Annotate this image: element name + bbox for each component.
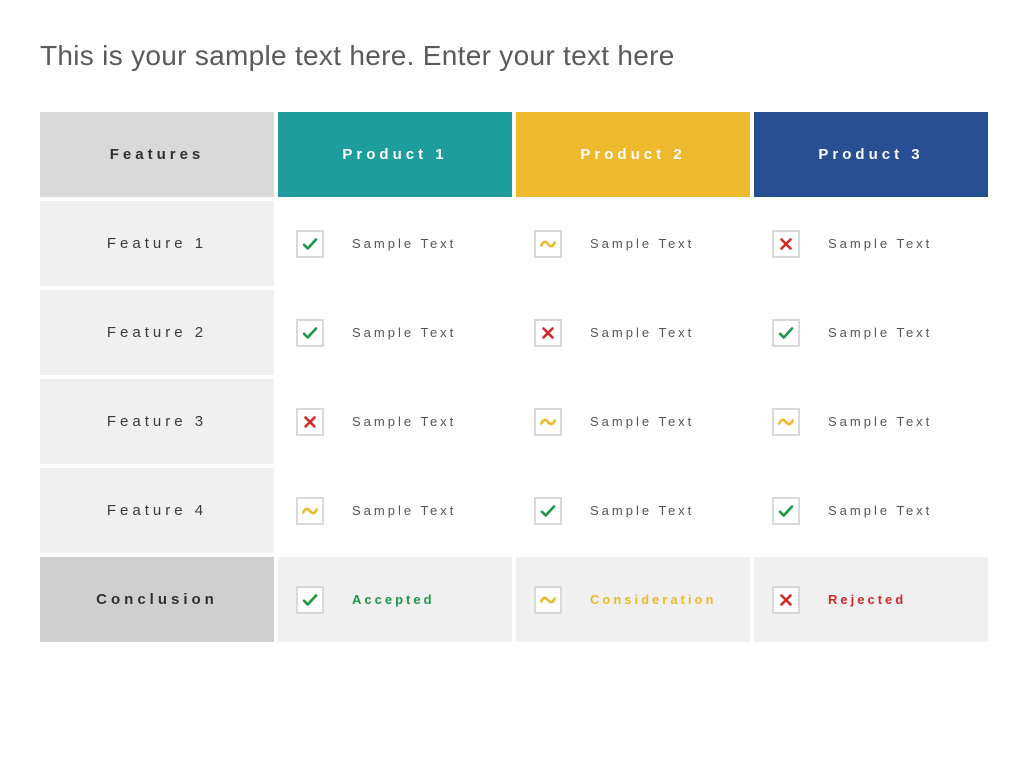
header-features: Features xyxy=(40,112,274,197)
comparison-table: Features Product 1 Product 2 Product 3 F… xyxy=(40,112,984,642)
conclusion-label: Conclusion xyxy=(40,557,274,642)
cell-text: Sample Text xyxy=(590,503,694,518)
cross-icon xyxy=(534,319,562,347)
cell-r1-p3: Sample Text xyxy=(754,201,988,286)
check-icon xyxy=(534,497,562,525)
tilde-icon xyxy=(772,408,800,436)
conclusion-p1: Accepted xyxy=(278,557,512,642)
cell-text: Sample Text xyxy=(590,414,694,429)
cross-icon xyxy=(296,408,324,436)
feature-label-2: Feature 2 xyxy=(40,290,274,375)
cell-text: Sample Text xyxy=(352,503,456,518)
check-icon xyxy=(772,319,800,347)
tilde-icon xyxy=(534,408,562,436)
cell-text: Sample Text xyxy=(590,236,694,251)
conclusion-p3: Rejected xyxy=(754,557,988,642)
cell-text: Sample Text xyxy=(828,414,932,429)
cross-icon xyxy=(772,586,800,614)
feature-label-3: Feature 3 xyxy=(40,379,274,464)
cell-r2-p2: Sample Text xyxy=(516,290,750,375)
cell-r4-p2: Sample Text xyxy=(516,468,750,553)
cell-text: Sample Text xyxy=(352,414,456,429)
cell-r1-p1: Sample Text xyxy=(278,201,512,286)
cell-r4-p1: Sample Text xyxy=(278,468,512,553)
conclusion-text: Rejected xyxy=(828,592,906,607)
page-title: This is your sample text here. Enter you… xyxy=(40,40,984,72)
feature-label-1: Feature 1 xyxy=(40,201,274,286)
cell-r4-p3: Sample Text xyxy=(754,468,988,553)
header-product-2: Product 2 xyxy=(516,112,750,197)
cell-r3-p2: Sample Text xyxy=(516,379,750,464)
cell-text: Sample Text xyxy=(590,325,694,340)
cell-text: Sample Text xyxy=(352,325,456,340)
cell-r3-p3: Sample Text xyxy=(754,379,988,464)
cell-r1-p2: Sample Text xyxy=(516,201,750,286)
tilde-icon xyxy=(534,586,562,614)
cell-r2-p1: Sample Text xyxy=(278,290,512,375)
check-icon xyxy=(296,230,324,258)
check-icon xyxy=(772,497,800,525)
conclusion-p2: Consideration xyxy=(516,557,750,642)
check-icon xyxy=(296,319,324,347)
check-icon xyxy=(296,586,324,614)
cell-r3-p1: Sample Text xyxy=(278,379,512,464)
cell-text: Sample Text xyxy=(828,325,932,340)
cell-text: Sample Text xyxy=(828,236,932,251)
tilde-icon xyxy=(296,497,324,525)
cross-icon xyxy=(772,230,800,258)
header-product-1: Product 1 xyxy=(278,112,512,197)
cell-r2-p3: Sample Text xyxy=(754,290,988,375)
conclusion-text: Accepted xyxy=(352,592,435,607)
cell-text: Sample Text xyxy=(352,236,456,251)
header-product-3: Product 3 xyxy=(754,112,988,197)
conclusion-text: Consideration xyxy=(590,592,716,607)
feature-label-4: Feature 4 xyxy=(40,468,274,553)
cell-text: Sample Text xyxy=(828,503,932,518)
tilde-icon xyxy=(534,230,562,258)
